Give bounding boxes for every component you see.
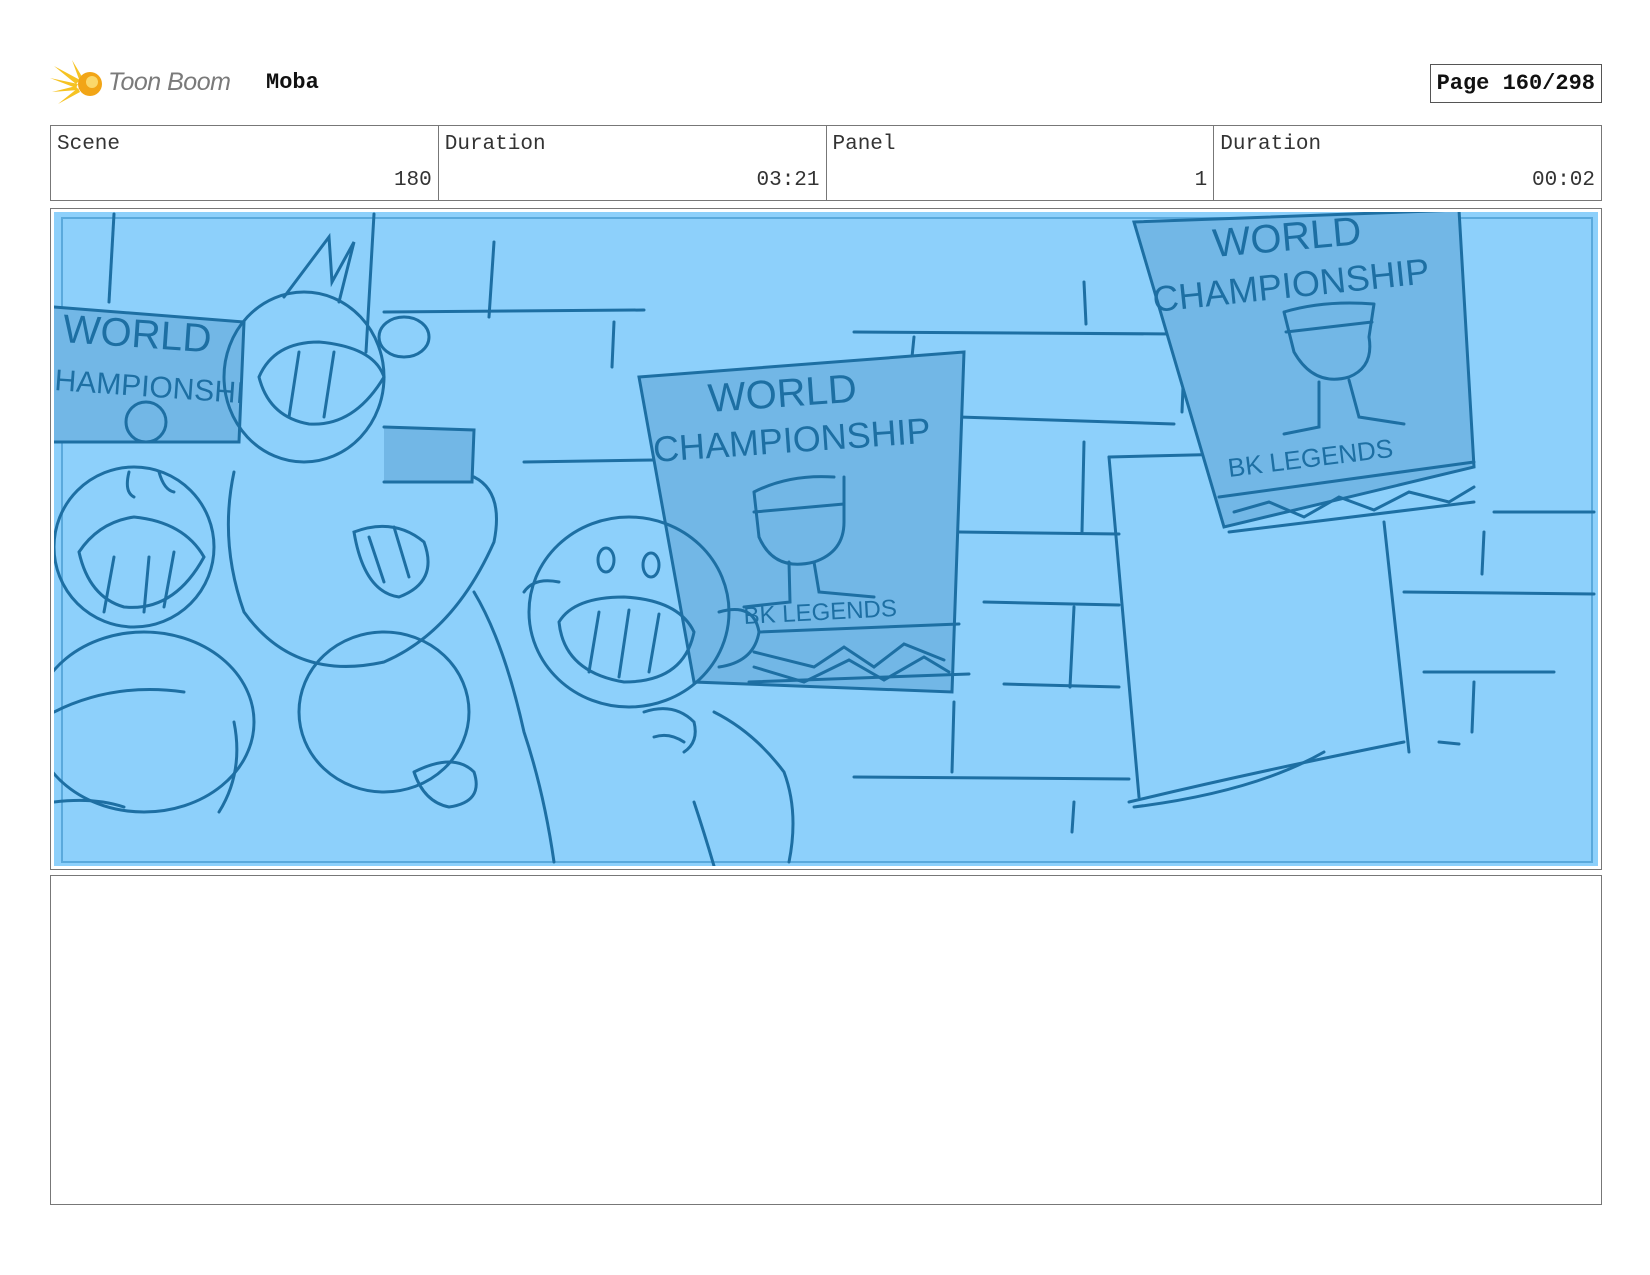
page-header: Toon Boom Moba Page 160/298 <box>50 56 1602 112</box>
panel-duration-label: Duration <box>1220 133 1322 156</box>
page-number-badge: Page 160/298 <box>1429 64 1602 103</box>
panel-label: Panel <box>832 133 896 156</box>
scene-duration-cell: Duration 03:21 <box>439 126 827 200</box>
panel-duration-value: 00:02 <box>1531 169 1595 192</box>
scene-info-table: Scene 180 Duration 03:21 Panel 1 Duratio… <box>50 125 1602 201</box>
panel-value: 1 <box>1194 169 1208 192</box>
panel-duration-cell: Duration 00:02 <box>1214 126 1601 200</box>
toon-boom-logo-icon <box>50 60 102 104</box>
scene-duration-value: 03:21 <box>756 169 820 192</box>
scene-duration-label: Duration <box>444 133 546 156</box>
scene-label: Scene <box>57 133 121 156</box>
brand-name: Toon Boom <box>108 68 231 96</box>
project-title: Moba <box>266 70 319 95</box>
storyboard-panel: WORLD HAMPIONSHI WORLD CHAMPIONSHIP BK L… <box>50 208 1602 870</box>
panel-sketch-image: WORLD HAMPIONSHI WORLD CHAMPIONSHIP BK L… <box>54 212 1598 866</box>
scene-cell: Scene 180 <box>51 126 439 200</box>
panel-notes-area <box>50 875 1602 1205</box>
panel-cell: Panel 1 <box>827 126 1215 200</box>
scene-value: 180 <box>393 169 432 192</box>
